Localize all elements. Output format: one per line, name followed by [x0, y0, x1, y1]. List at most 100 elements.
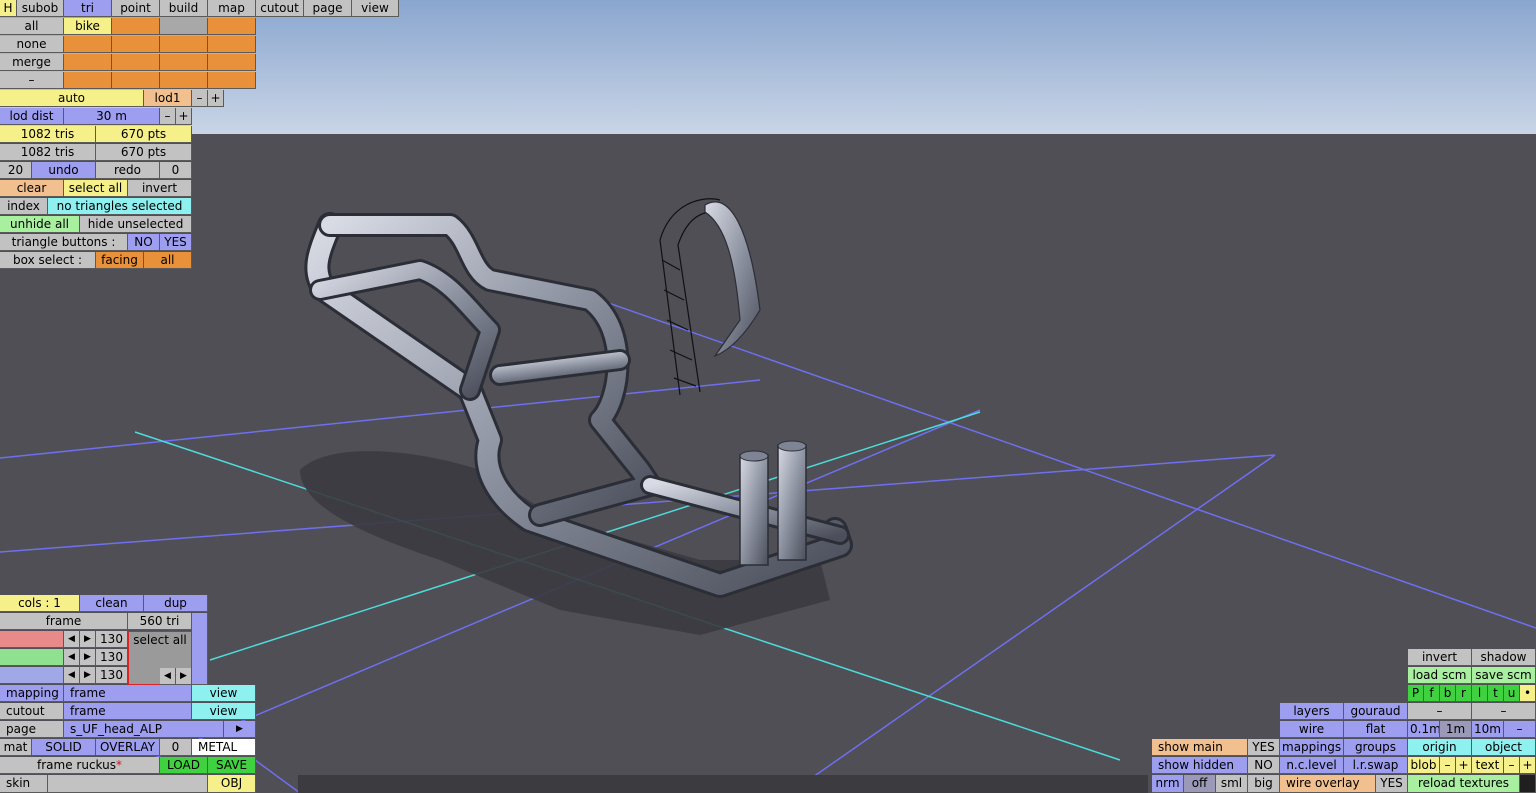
load-scm-button[interactable]: load scm [1408, 667, 1472, 684]
layers-button[interactable]: layers [1280, 703, 1344, 720]
page-value[interactable]: s_UF_head_ALP [64, 721, 224, 738]
tab-map[interactable]: map [208, 0, 256, 17]
obj-slot[interactable] [160, 18, 208, 35]
obj-slot[interactable] [64, 36, 112, 53]
tab-h[interactable]: H [0, 0, 17, 17]
text-plus[interactable]: + [1520, 757, 1536, 774]
skin-field[interactable] [48, 775, 208, 793]
mappings-button[interactable]: mappings [1280, 739, 1344, 756]
triangle-buttons-yes[interactable]: YES [160, 234, 192, 251]
obj-merge-button[interactable]: merge [0, 54, 64, 71]
obj-none-button[interactable]: none [0, 36, 64, 53]
tab-tri[interactable]: tri [64, 0, 112, 17]
lod-dist-value[interactable]: 30 m [64, 108, 160, 125]
show-main-toggle[interactable]: YES [1248, 739, 1280, 756]
blue-dec-icon[interactable]: ◀ [64, 667, 80, 684]
green-dec-icon[interactable]: ◀ [64, 649, 80, 666]
tab-subob[interactable]: subob [17, 0, 64, 17]
cutout-view-button[interactable]: view [192, 703, 256, 720]
obj-slot[interactable] [112, 18, 160, 35]
wire-button[interactable]: wire [1280, 721, 1344, 738]
cutout-value[interactable]: frame [64, 703, 192, 720]
obj-slot[interactable] [64, 54, 112, 71]
bottom-scrollbar[interactable] [298, 775, 1148, 793]
nrm-button[interactable]: nrm [1152, 775, 1184, 793]
blue-inc-icon[interactable]: ▶ [80, 667, 96, 684]
lod-level[interactable]: lod1 [144, 90, 192, 107]
origin-button[interactable]: origin [1408, 739, 1472, 756]
mat-overlay[interactable]: OVERLAY [96, 739, 160, 756]
red-dec-icon[interactable]: ◀ [64, 631, 80, 648]
view-t[interactable]: t [1488, 685, 1504, 702]
grid-1m[interactable]: 1m [1440, 721, 1472, 738]
flat-button[interactable]: flat [1344, 721, 1408, 738]
text-minus[interactable]: – [1504, 757, 1520, 774]
unhide-all-button[interactable]: unhide all [0, 216, 80, 233]
lod-minus-button[interactable]: – [192, 90, 208, 107]
obj-button[interactable]: OBJ [208, 775, 256, 793]
mat-metal[interactable]: METAL [192, 739, 256, 756]
obj-slot[interactable] [160, 36, 208, 53]
groups-button[interactable]: groups [1344, 739, 1408, 756]
shadow-button[interactable]: shadow [1472, 649, 1536, 666]
mapping-view-button[interactable]: view [192, 685, 256, 702]
obj-slot[interactable] [208, 72, 256, 89]
sml-button[interactable]: sml [1216, 775, 1248, 793]
lod-plus-button[interactable]: + [208, 90, 224, 107]
grid-minus[interactable]: – [1504, 721, 1536, 738]
minus-a[interactable]: – [1408, 703, 1472, 720]
view-p[interactable]: P [1408, 685, 1424, 702]
dup-button[interactable]: dup [144, 595, 208, 612]
clear-button[interactable]: clear [0, 180, 64, 197]
lod-auto-button[interactable]: auto [0, 90, 144, 107]
redo-button[interactable]: redo [96, 162, 160, 179]
view-r[interactable]: r [1456, 685, 1472, 702]
hide-unselected-button[interactable]: hide unselected [80, 216, 192, 233]
view-l[interactable]: l [1472, 685, 1488, 702]
triangle-buttons-no[interactable]: NO [128, 234, 160, 251]
view-f[interactable]: f [1424, 685, 1440, 702]
obj-slot[interactable] [160, 54, 208, 71]
grid-10m[interactable]: 10m [1472, 721, 1504, 738]
box-select-facing[interactable]: facing [96, 252, 144, 269]
obj-slot[interactable] [112, 36, 160, 53]
minus-b[interactable]: – [1472, 703, 1536, 720]
big-button[interactable]: big [1248, 775, 1280, 793]
view-u[interactable]: u [1504, 685, 1520, 702]
3d-viewport[interactable] [0, 0, 1536, 793]
view-dot-icon[interactable]: • [1520, 685, 1536, 702]
reload-textures-button[interactable]: reload textures [1408, 775, 1520, 793]
index-button[interactable]: index [0, 198, 48, 215]
obj-slot[interactable] [112, 72, 160, 89]
text-button[interactable]: text [1472, 757, 1504, 774]
load-button[interactable]: LOAD [160, 757, 208, 774]
red-inc-icon[interactable]: ▶ [80, 631, 96, 648]
obj-slot[interactable] [112, 54, 160, 71]
object-button[interactable]: object [1472, 739, 1536, 756]
clean-button[interactable]: clean [80, 595, 144, 612]
obj-slot[interactable] [208, 54, 256, 71]
blue-slider[interactable] [0, 667, 64, 684]
tab-page[interactable]: page [304, 0, 352, 17]
tab-build[interactable]: build [160, 0, 208, 17]
save-scm-button[interactable]: save scm [1472, 667, 1536, 684]
wire-overlay-toggle[interactable]: YES [1376, 775, 1408, 793]
mat-solid[interactable]: SOLID [32, 739, 96, 756]
page-arrow-icon[interactable]: ▶ [224, 721, 256, 738]
obj-bike[interactable]: bike [64, 18, 112, 35]
undo-button[interactable]: undo [32, 162, 96, 179]
select-all-button[interactable]: select all [64, 180, 128, 197]
tab-cutout[interactable]: cutout [256, 0, 304, 17]
off-button[interactable]: off [1184, 775, 1216, 793]
obj-dash-button[interactable]: – [0, 72, 64, 89]
lod-dist-plus[interactable]: + [176, 108, 192, 125]
obj-slot[interactable] [208, 36, 256, 53]
grid-0-1m[interactable]: 0.1m [1408, 721, 1440, 738]
obj-slot[interactable] [64, 72, 112, 89]
color-panel-scrollbar[interactable] [192, 613, 208, 685]
swatch-next-icon[interactable]: ▶ [176, 668, 192, 685]
show-hidden-toggle[interactable]: NO [1248, 757, 1280, 774]
blob-plus[interactable]: + [1456, 757, 1472, 774]
invert-button[interactable]: invert [128, 180, 192, 197]
mapping-value[interactable]: frame [64, 685, 192, 702]
